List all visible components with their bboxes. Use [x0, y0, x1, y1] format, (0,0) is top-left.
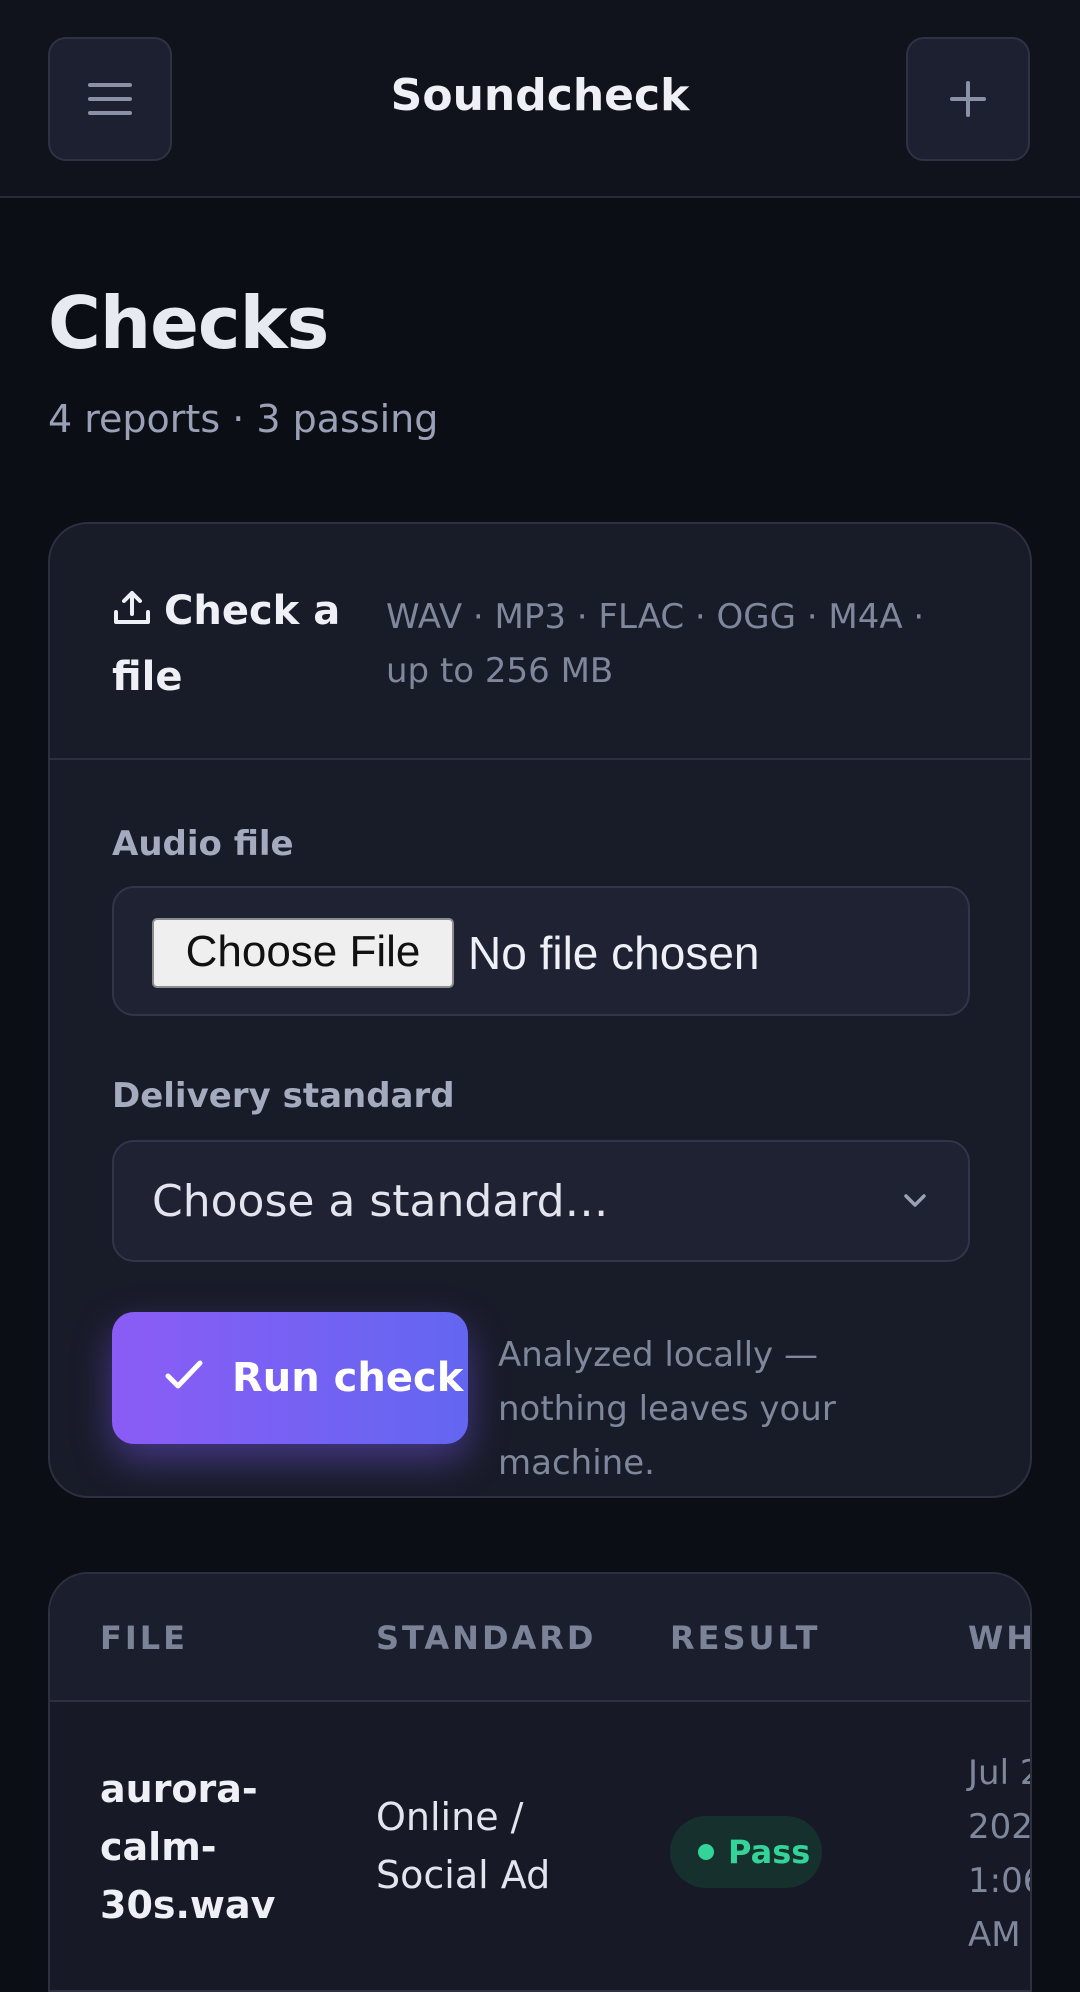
card-header: Check a file WAV · MP3 · FLAC · OGG · M4…: [50, 524, 1030, 760]
file-status: No file chosen: [468, 927, 760, 979]
delivery-standard-select[interactable]: Choose a standard…: [112, 1140, 970, 1262]
column-header-when[interactable]: WHEN: [968, 1618, 1030, 1658]
status-badge: Pass: [670, 1816, 822, 1888]
row-timestamp: Jul 2 202 1:06 AM: [968, 1753, 1032, 1955]
status-dot-icon: [698, 1844, 714, 1860]
run-check-label: Run check: [232, 1355, 464, 1401]
audio-file-input[interactable]: Choose File No file chosen: [112, 886, 970, 1016]
upload-icon: [114, 591, 150, 624]
table-header: FILE STANDARD RESULT WHEN: [50, 1574, 1030, 1702]
column-header-standard[interactable]: STANDARD: [376, 1618, 596, 1658]
privacy-note: Analyzed locally — nothing leaves your m…: [498, 1335, 836, 1483]
delivery-standard-label: Delivery standard: [112, 1076, 455, 1116]
page-title: Checks: [48, 281, 329, 365]
run-check-button[interactable]: Run check: [112, 1312, 468, 1444]
chevron-down-icon: [904, 1194, 926, 1207]
check-file-card: Check a file WAV · MP3 · FLAC · OGG · M4…: [48, 522, 1032, 1498]
card-title: Check a file: [112, 578, 352, 710]
reports-table: FILE STANDARD RESULT WHEN aurora-calm-30…: [48, 1572, 1032, 1992]
select-value: Choose a standard…: [152, 1176, 609, 1227]
status-label: Pass: [728, 1833, 811, 1871]
plus-icon: [950, 81, 986, 117]
column-header-file[interactable]: FILE: [100, 1618, 188, 1658]
choose-file-button[interactable]: Choose File: [152, 918, 454, 988]
column-header-result[interactable]: RESULT: [670, 1618, 820, 1658]
format-hint: WAV · MP3 · FLAC · OGG · M4A · up to 256…: [386, 597, 925, 691]
row-standard: Online / Social Ad: [376, 1795, 551, 1897]
add-button[interactable]: [906, 37, 1030, 161]
page-subtitle: 4 reports · 3 passing: [48, 397, 439, 441]
check-icon: [165, 1360, 203, 1389]
row-file-name[interactable]: aurora-calm-30s.wav: [100, 1760, 300, 1934]
top-bar: Soundcheck: [0, 0, 1080, 198]
audio-file-label: Audio file: [112, 824, 294, 864]
